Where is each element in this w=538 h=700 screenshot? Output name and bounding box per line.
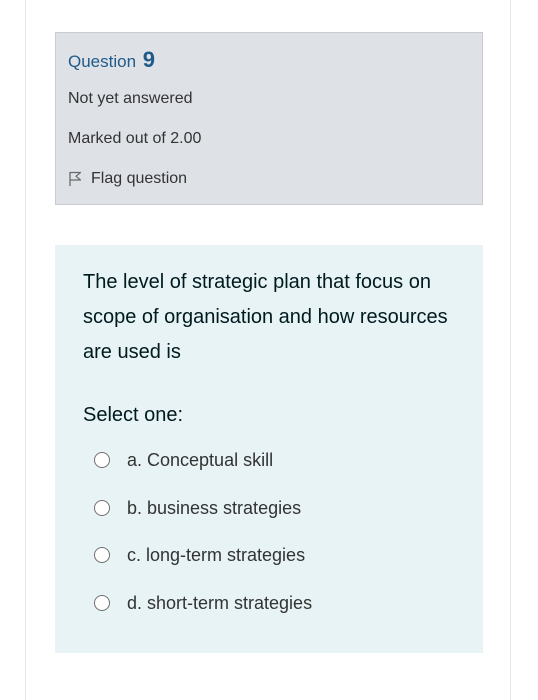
answer-option-label: d. short-term strategies xyxy=(127,593,313,613)
answer-option-label: a. Conceptual skill xyxy=(127,450,274,470)
question-text: The level of strategic plan that focus o… xyxy=(83,271,448,363)
radio-button-c[interactable] xyxy=(94,547,110,563)
radio-button-a[interactable] xyxy=(94,452,110,468)
answer-option-label: c. long-term strategies xyxy=(127,545,306,565)
radio-button-b[interactable] xyxy=(94,500,110,516)
flag-question-label: Flag question xyxy=(91,170,188,187)
radio-button-d[interactable] xyxy=(94,595,110,611)
question-info-panel: Question 9 Not yet answered Marked out o… xyxy=(55,32,483,205)
answer-option-b[interactable]: b. business strategies xyxy=(94,497,301,519)
answer-option-d[interactable]: d. short-term strategies xyxy=(94,592,312,614)
question-number-heading: Question 9 xyxy=(68,49,155,73)
flag-question-button[interactable]: Flag question xyxy=(68,169,187,189)
question-content-panel: The level of strategic plan that focus o… xyxy=(55,245,483,653)
question-number: 9 xyxy=(142,47,156,72)
question-state: Not yet answered xyxy=(68,90,193,107)
answer-option-c[interactable]: c. long-term strategies xyxy=(94,544,305,566)
question-label: Question xyxy=(68,52,137,71)
answer-option-a[interactable]: a. Conceptual skill xyxy=(94,449,273,471)
select-one-prompt: Select one: xyxy=(83,404,184,426)
answer-option-label: b. business strategies xyxy=(127,498,302,518)
question-grade: Marked out of 2.00 xyxy=(68,130,202,147)
flag-icon xyxy=(68,171,82,187)
